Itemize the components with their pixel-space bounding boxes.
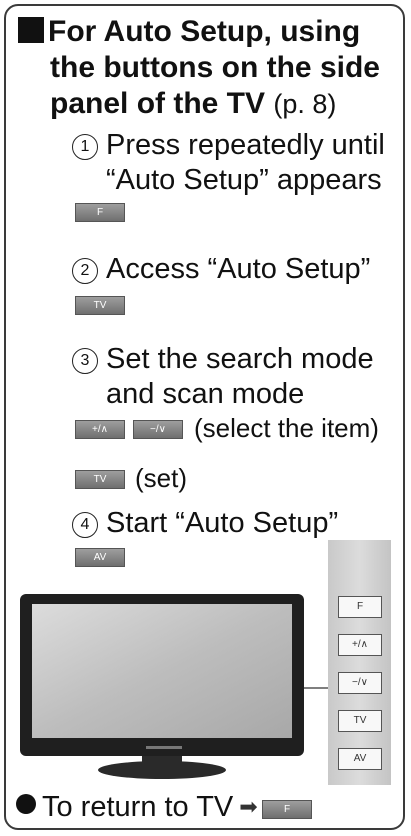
- square-bullet-icon: [18, 17, 44, 43]
- step-2: 2 Access “Auto Setup”: [72, 252, 370, 287]
- tv-set-icon: [20, 594, 328, 779]
- set-note: (set): [135, 463, 187, 493]
- return-f-button: F: [262, 800, 312, 819]
- return-text: To return to TV: [42, 791, 234, 823]
- side-panel: F +/∧ −/∨ TV AV: [328, 540, 391, 785]
- tv-set-button: TV: [75, 470, 125, 489]
- step-4-line-1: Start “Auto Setup”: [106, 507, 339, 539]
- side-f-button: F: [338, 596, 382, 618]
- minus-down-button: −/∨: [133, 420, 183, 439]
- round-bullet-icon: [16, 794, 36, 814]
- heading-line-3-wrap: panel of the TV (p. 8): [50, 86, 336, 122]
- heading-line-3: panel of the TV: [50, 87, 266, 120]
- side-tv-button: TV: [338, 710, 382, 732]
- f-button: F: [75, 203, 125, 222]
- return-note: To return to TV ➡: [16, 790, 264, 824]
- plus-up-button: +/∧: [75, 420, 125, 439]
- section-heading: For Auto Setup, using: [18, 14, 360, 50]
- step-number-4: 4: [72, 512, 98, 538]
- right-arrow-icon: ➡: [239, 794, 258, 819]
- step-1: 1 Press repeatedly until: [72, 128, 385, 163]
- step-4: 4 Start “Auto Setup”: [72, 506, 338, 541]
- tv-illustration: F +/∧ −/∨ TV AV: [16, 540, 391, 785]
- side-plus-up-button: +/∧: [338, 634, 382, 656]
- step-1-line-2: “Auto Setup” appears: [106, 164, 382, 196]
- step-3: 3 Set the search mode: [72, 342, 374, 377]
- step-1-line-1: Press repeatedly until: [106, 129, 385, 161]
- step-number-2: 2: [72, 258, 98, 284]
- step-2-line-1: Access “Auto Setup”: [106, 253, 371, 285]
- tv-button: TV: [75, 296, 125, 315]
- step-number-3: 3: [72, 348, 98, 374]
- av-button: AV: [75, 548, 125, 567]
- heading-line-2: the buttons on the side: [50, 51, 380, 84]
- page-reference: (p. 8): [273, 89, 337, 119]
- heading-line-1: For Auto Setup, using: [48, 15, 361, 48]
- side-av-button: AV: [338, 748, 382, 770]
- step-3-line-1: Set the search mode: [106, 343, 374, 375]
- step-number-1: 1: [72, 134, 98, 160]
- select-item-note: (select the item): [194, 413, 379, 443]
- side-minus-down-button: −/∨: [338, 672, 382, 694]
- step-3-line-2: and scan mode: [106, 378, 305, 410]
